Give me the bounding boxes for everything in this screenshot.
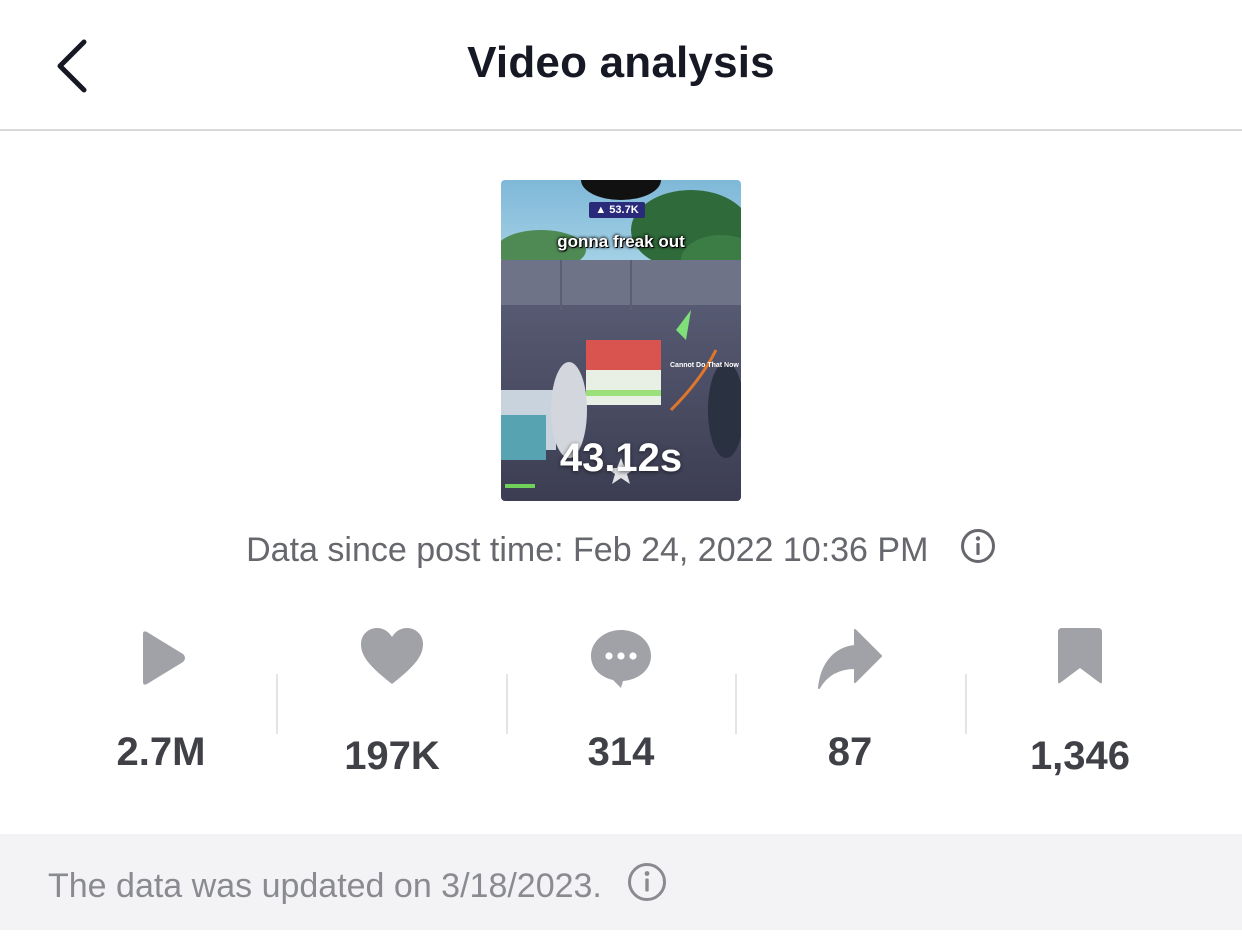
info-icon[interactable]: [960, 528, 996, 573]
share-icon: [818, 629, 882, 689]
thumbnail-message: Cannot Do That Now: [670, 362, 739, 369]
comment-icon: [591, 630, 651, 688]
stats-row: 2.7M 197K 314 87 1,346: [0, 620, 1242, 790]
stat-value-views: 2.7M: [116, 730, 206, 774]
update-notice: The data was updated on 3/18/2023.: [0, 834, 1242, 930]
post-time-row: Data since post time: Feb 24, 2022 10:36…: [0, 528, 1242, 573]
stat-views[interactable]: 2.7M: [46, 620, 276, 790]
stat-likes[interactable]: 197K: [277, 620, 507, 790]
thumbnail-views-badge: ▲ 53.7K: [589, 202, 645, 218]
post-time-label: Data since post time: Feb 24, 2022 10:36…: [246, 531, 929, 569]
bookmark-icon: [1058, 628, 1102, 684]
stat-value-shares: 87: [827, 730, 873, 774]
stat-value-likes: 197K: [344, 734, 440, 778]
stat-favorites[interactable]: 1,346: [965, 620, 1195, 790]
update-notice-text: The data was updated on 3/18/2023.: [48, 867, 602, 905]
info-icon[interactable]: [627, 862, 667, 911]
update-notice-row: The data was updated on 3/18/2023.: [48, 862, 667, 911]
video-duration: 43.12s: [559, 436, 683, 480]
top-bar: Video analysis: [0, 0, 1242, 131]
stat-value-comments: 314: [587, 730, 655, 774]
stat-value-favorites: 1,346: [1029, 734, 1131, 778]
thumbnail-caption: gonna freak out: [557, 232, 685, 251]
stat-comments[interactable]: 314: [506, 620, 736, 790]
page-title: Video analysis: [467, 38, 775, 87]
stat-shares[interactable]: 87: [735, 620, 965, 790]
heart-icon: [361, 628, 423, 684]
play-icon: [143, 631, 185, 685]
